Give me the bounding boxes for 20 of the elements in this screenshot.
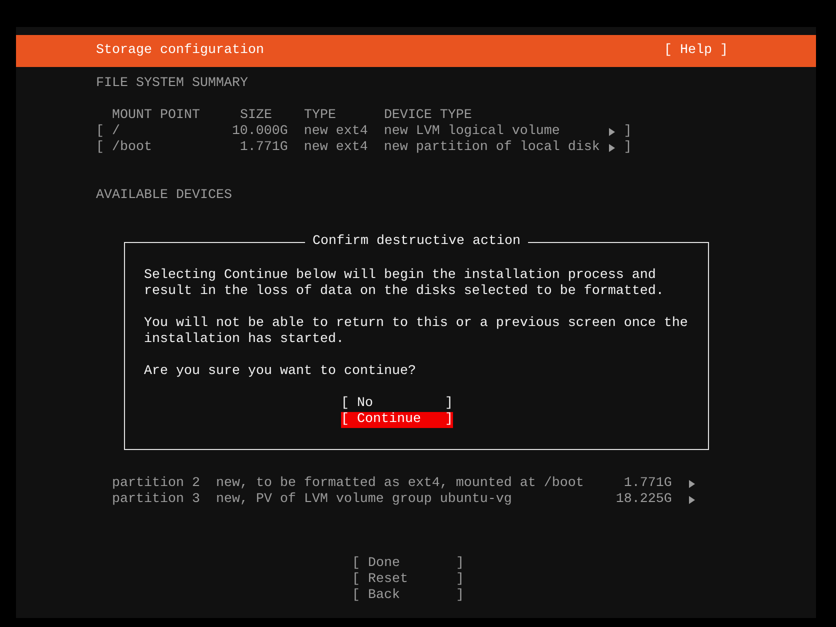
dialog-message: You will not be able to return to this or a previous screen once the installation has started.	[144, 316, 689, 348]
section-heading: FILE SYSTEM SUMMARY	[96, 76, 248, 92]
screen-title: Storage configuration	[96, 43, 264, 59]
dialog-button[interactable]: [ No ]	[341, 396, 453, 412]
column-header: DEVICE TYPE	[384, 108, 472, 124]
dialog-message: Selecting Continue below will begin the installation process and result in the loss of data on the disks selected to be formatted.	[144, 268, 665, 300]
partition-row[interactable]: partition 2 new, to be formatted as ext4, mounted at /boot 1.771G	[112, 476, 695, 492]
column-header: SIZE	[240, 108, 272, 124]
menu-button[interactable]: [ Back ]	[352, 588, 464, 604]
section-heading: AVAILABLE DEVICES	[96, 188, 232, 204]
menu-button[interactable]: [ Reset ]	[352, 572, 464, 588]
column-header: MOUNT POINT	[112, 108, 200, 124]
mount-row[interactable]: [ /boot 1.771G new ext4 new partition of local disk ]	[96, 140, 632, 156]
partition-row[interactable]: partition 3 new, PV of LVM volume group ubuntu-vg 18.225G	[112, 492, 695, 508]
column-header: TYPE	[304, 108, 336, 124]
dialog-button[interactable]: [ Continue ]	[341, 412, 453, 428]
help-button[interactable]: [ Help ]	[664, 43, 728, 59]
menu-button[interactable]: [ Done ]	[352, 556, 464, 572]
mount-row[interactable]: [ / 10.000G new ext4 new LVM logical volume ]	[96, 124, 632, 140]
dialog-message: Are you sure you want to continue?	[144, 364, 417, 380]
